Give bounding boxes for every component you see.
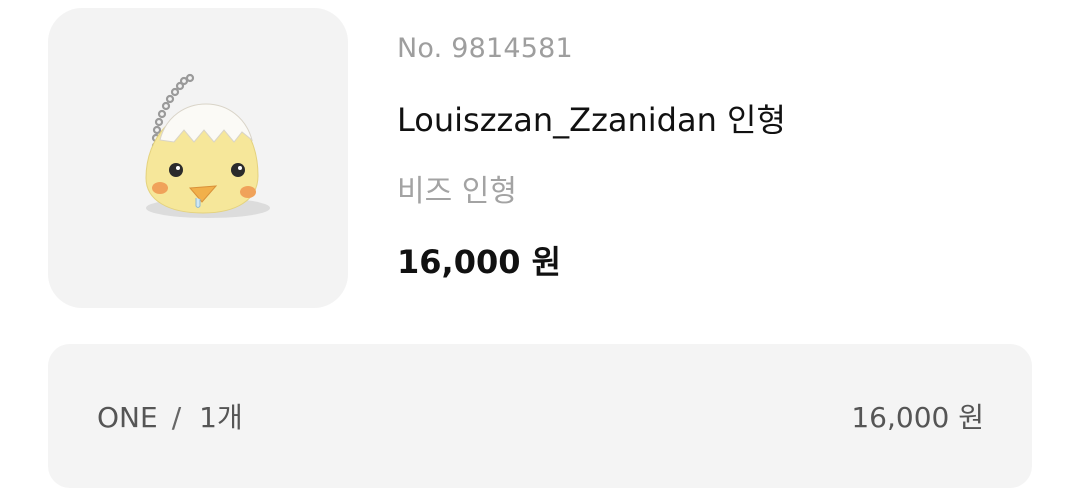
option-details: ONE / 1개: [97, 396, 243, 436]
option-name: ONE: [97, 401, 158, 434]
option-separator: /: [171, 401, 182, 434]
product-price: 16,000 원: [397, 243, 562, 281]
order-number: No. 9814581: [397, 33, 573, 64]
option-summary: ONE / 1개 16,000 원: [48, 344, 1032, 488]
product-name[interactable]: Louiszzan_Zzanidan 인형: [397, 95, 786, 141]
product-thumbnail[interactable]: [48, 8, 348, 308]
option-total-price: 16,000 원: [851, 401, 984, 434]
option-quantity: 1개: [199, 401, 243, 434]
chick-plush-keychain-icon: [145, 73, 270, 218]
product-category: 비즈 인형: [397, 174, 517, 209]
